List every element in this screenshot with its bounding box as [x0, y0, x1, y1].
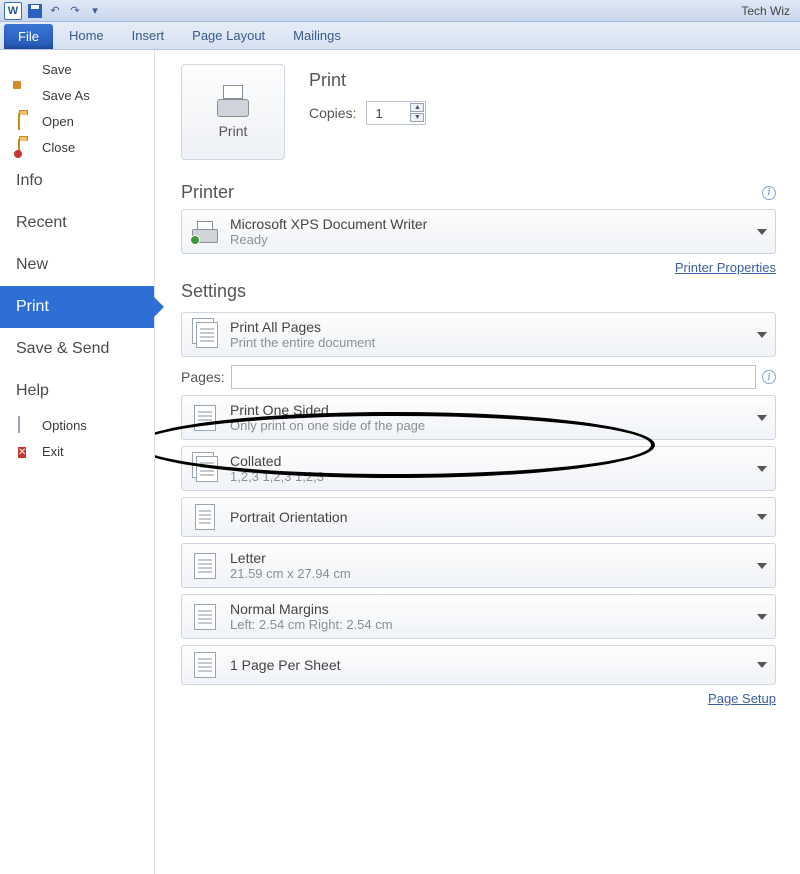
- qat-customize-icon[interactable]: ▾: [86, 2, 104, 20]
- setting-sub: 1,2,3 1,2,3 1,2,3: [230, 469, 324, 484]
- folder-close-icon: [18, 139, 34, 155]
- exit-icon: ✕: [18, 443, 34, 459]
- pages-info-icon[interactable]: i: [762, 370, 776, 384]
- pages-icon: [190, 322, 220, 348]
- setting-title: Normal Margins: [230, 601, 393, 617]
- copies-down-icon[interactable]: ▼: [410, 113, 424, 122]
- setting-sub: Only print on one side of the page: [230, 418, 425, 433]
- nav-save[interactable]: Save: [0, 56, 154, 82]
- setting-title: Print All Pages: [230, 319, 375, 335]
- portrait-icon: [190, 504, 220, 530]
- save-icon: [18, 61, 34, 77]
- print-pane: Print Print Copies: ▲ ▼: [155, 50, 800, 874]
- word-app-icon: W: [4, 2, 22, 20]
- chevron-down-icon: [757, 614, 767, 620]
- chevron-down-icon: [757, 415, 767, 421]
- chevron-down-icon: [757, 514, 767, 520]
- printer-info-icon[interactable]: i: [762, 186, 776, 200]
- one-sided-icon: [190, 405, 220, 431]
- tab-page-layout[interactable]: Page Layout: [178, 22, 279, 49]
- setting-paper-size-dropdown[interactable]: Letter 21.59 cm x 27.94 cm: [181, 543, 776, 588]
- save-as-icon: [18, 87, 34, 103]
- printer-status-icon: [190, 219, 220, 245]
- nav-help[interactable]: Help: [0, 370, 154, 412]
- chevron-down-icon: [757, 662, 767, 668]
- collate-icon: [190, 456, 220, 482]
- nav-label: Save: [42, 62, 72, 77]
- printer-name: Microsoft XPS Document Writer: [230, 216, 427, 232]
- setting-title: 1 Page Per Sheet: [230, 657, 341, 673]
- qat-redo-icon[interactable]: ↷: [66, 2, 84, 20]
- setting-print-range-dropdown[interactable]: Print All Pages Print the entire documen…: [181, 312, 776, 357]
- nav-new[interactable]: New: [0, 244, 154, 286]
- nav-label: Exit: [42, 444, 64, 459]
- copies-stepper[interactable]: ▲ ▼: [366, 101, 426, 125]
- nav-recent[interactable]: Recent: [0, 202, 154, 244]
- copies-label: Copies:: [309, 105, 356, 121]
- chevron-down-icon: [757, 229, 767, 235]
- nav-label: Save As: [42, 88, 90, 103]
- chevron-down-icon: [757, 466, 767, 472]
- setting-collate-dropdown[interactable]: Collated 1,2,3 1,2,3 1,2,3: [181, 446, 776, 491]
- setting-margins-dropdown[interactable]: Normal Margins Left: 2.54 cm Right: 2.54…: [181, 594, 776, 639]
- copies-up-icon[interactable]: ▲: [410, 103, 424, 112]
- paper-size-icon: [190, 553, 220, 579]
- nav-open[interactable]: Open: [0, 108, 154, 134]
- app-window: W ↶ ↷ ▾ Tech Wiz File Home Insert Page L…: [0, 0, 800, 874]
- setting-orientation-dropdown[interactable]: Portrait Orientation: [181, 497, 776, 537]
- folder-open-icon: [18, 113, 34, 129]
- window-title: Tech Wiz: [741, 4, 796, 18]
- printer-status: Ready: [230, 232, 427, 247]
- pages-per-sheet-icon: [190, 652, 220, 678]
- setting-pages-per-sheet-dropdown[interactable]: 1 Page Per Sheet: [181, 645, 776, 685]
- nav-close[interactable]: Close: [0, 134, 154, 160]
- printer-dropdown[interactable]: Microsoft XPS Document Writer Ready: [181, 209, 776, 254]
- setting-sub: Left: 2.54 cm Right: 2.54 cm: [230, 617, 393, 632]
- setting-title: Collated: [230, 453, 324, 469]
- printer-heading: Printer: [181, 182, 234, 203]
- qat-undo-icon[interactable]: ↶: [46, 2, 64, 20]
- setting-duplex-dropdown[interactable]: Print One Sided Only print on one side o…: [181, 395, 776, 440]
- nav-label: Close: [42, 140, 75, 155]
- ribbon-tabs: File Home Insert Page Layout Mailings: [0, 22, 800, 50]
- tab-home[interactable]: Home: [55, 22, 118, 49]
- tab-mailings[interactable]: Mailings: [279, 22, 355, 49]
- tab-file[interactable]: File: [4, 24, 53, 49]
- margins-icon: [190, 604, 220, 630]
- setting-sub: 21.59 cm x 27.94 cm: [230, 566, 351, 581]
- printer-properties-link[interactable]: Printer Properties: [675, 260, 776, 275]
- nav-info[interactable]: Info: [0, 160, 154, 202]
- qat-save-icon[interactable]: [26, 2, 44, 20]
- print-button-label: Print: [219, 123, 248, 139]
- setting-title: Print One Sided: [230, 402, 425, 418]
- settings-heading: Settings: [181, 281, 776, 302]
- title-bar: W ↶ ↷ ▾ Tech Wiz: [0, 0, 800, 22]
- print-heading: Print: [309, 70, 426, 91]
- nav-options[interactable]: Options: [0, 412, 154, 438]
- nav-save-send[interactable]: Save & Send: [0, 328, 154, 370]
- pages-input[interactable]: [231, 365, 756, 389]
- setting-title: Portrait Orientation: [230, 509, 348, 525]
- pages-label: Pages:: [181, 369, 225, 385]
- options-icon: [18, 417, 34, 433]
- setting-sub: Print the entire document: [230, 335, 375, 350]
- backstage-nav: Save Save As Open Close Info Recent New …: [0, 50, 155, 874]
- printer-icon: [213, 85, 253, 117]
- nav-save-as[interactable]: Save As: [0, 82, 154, 108]
- backstage: Save Save As Open Close Info Recent New …: [0, 50, 800, 874]
- tab-insert[interactable]: Insert: [118, 22, 179, 49]
- page-setup-link[interactable]: Page Setup: [708, 691, 776, 706]
- nav-label: Open: [42, 114, 74, 129]
- print-button[interactable]: Print: [181, 64, 285, 160]
- nav-print[interactable]: Print: [0, 286, 154, 328]
- setting-title: Letter: [230, 550, 351, 566]
- nav-label: Options: [42, 418, 87, 433]
- chevron-down-icon: [757, 563, 767, 569]
- nav-exit[interactable]: ✕ Exit: [0, 438, 154, 464]
- chevron-down-icon: [757, 332, 767, 338]
